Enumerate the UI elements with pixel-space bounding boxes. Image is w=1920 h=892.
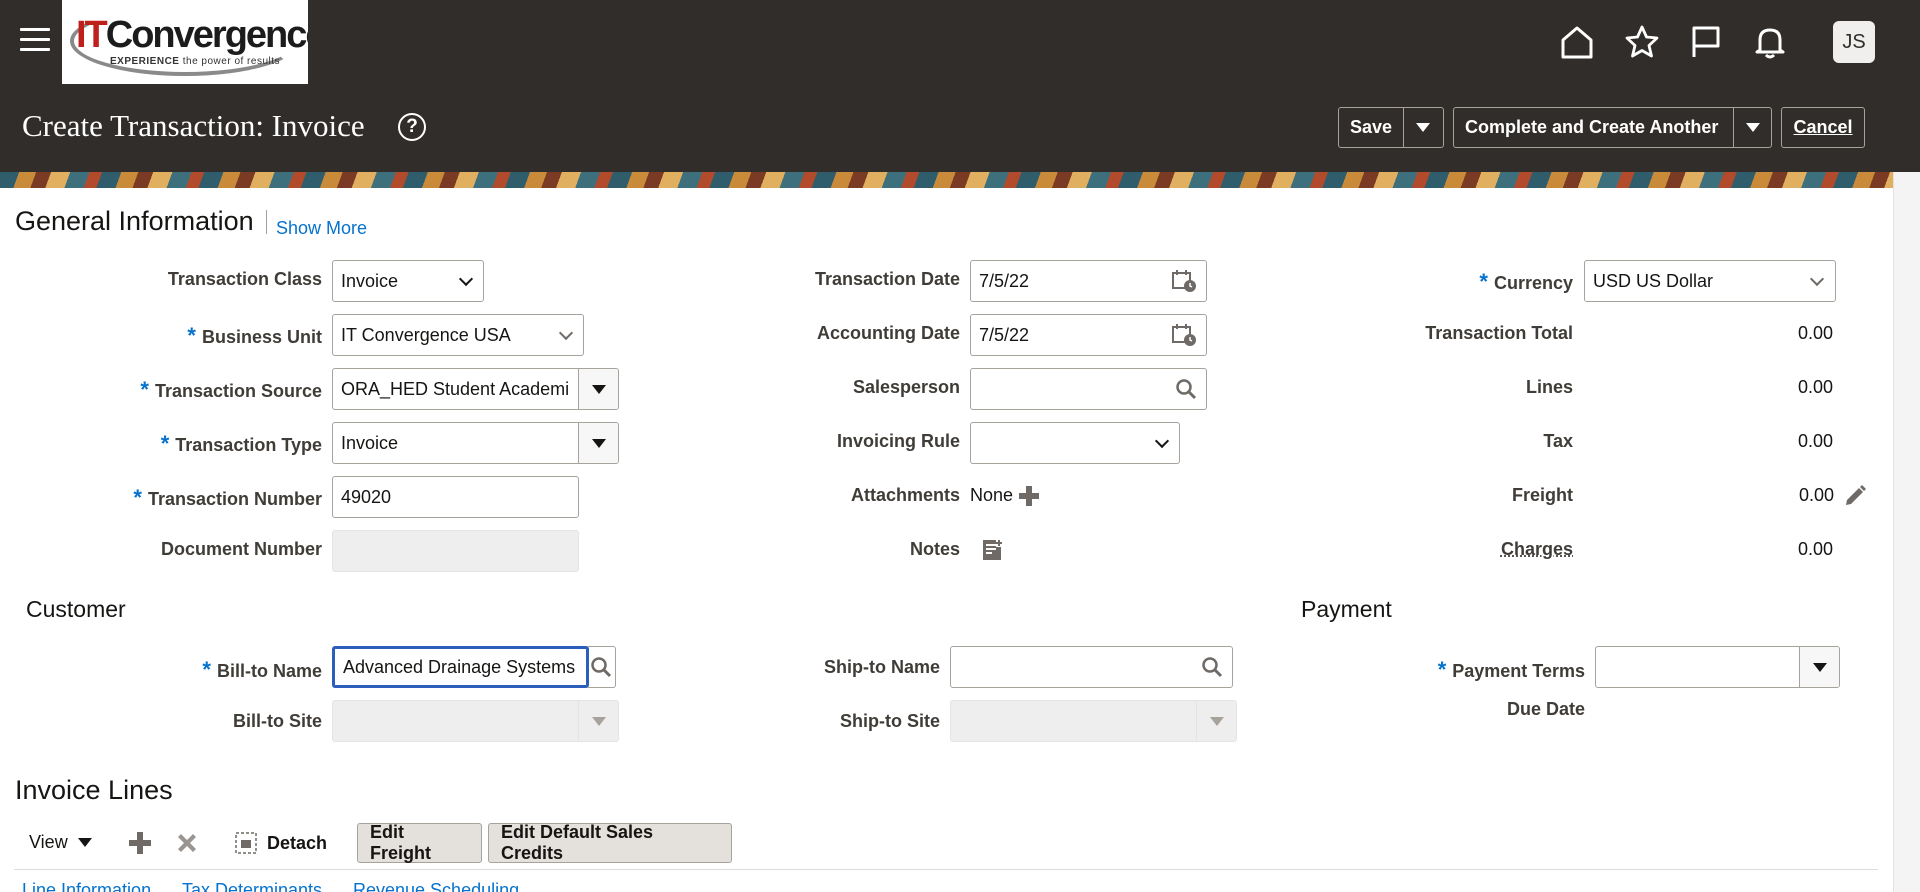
payment-terms-label: * Payment Terms	[1437, 657, 1585, 682]
tax-label: Tax	[1543, 431, 1573, 451]
search-icon[interactable]	[1166, 369, 1206, 409]
company-logo[interactable]: ITConvergence EXPERIENCE the power of re…	[62, 0, 308, 84]
ship-to-site-dropdown-icon	[1196, 701, 1236, 741]
tab-line-information[interactable]: Line Information	[22, 880, 151, 892]
transaction-source-dropdown-icon[interactable]	[578, 369, 618, 409]
charges-link[interactable]: Charges	[1501, 539, 1573, 560]
edit-default-sales-credits-button[interactable]: Edit Default Sales Credits	[488, 822, 732, 863]
attachments-value: None	[970, 485, 1014, 505]
lines-value: 0.00	[1797, 377, 1833, 397]
chevron-down-icon[interactable]	[1799, 261, 1835, 301]
currency-label: * Currency	[1479, 269, 1573, 294]
bill-to-site-label: Bill-to Site	[233, 711, 322, 731]
save-menu-chevron-icon[interactable]	[1403, 108, 1441, 147]
menu-icon[interactable]	[20, 28, 50, 54]
tax-value: 0.00	[1797, 431, 1833, 451]
accounting-date-input[interactable]: 7/5/22	[970, 314, 1207, 356]
salesperson-input[interactable]	[970, 368, 1207, 410]
flag-icon[interactable]	[1684, 20, 1728, 64]
user-avatar[interactable]: JS	[1833, 21, 1875, 63]
invoice-lines-heading: Invoice Lines	[15, 775, 173, 805]
transaction-type-combo[interactable]: Invoice	[332, 422, 619, 464]
lines-label: Lines	[1525, 377, 1573, 397]
transaction-type-label: * Transaction Type	[160, 431, 322, 456]
invoicing-rule-select[interactable]	[970, 422, 1180, 464]
global-header: ITConvergence EXPERIENCE the power of re…	[0, 0, 1920, 172]
home-icon[interactable]	[1555, 20, 1599, 64]
payment-heading: Payment	[1301, 596, 1392, 622]
ship-to-site-combo	[950, 700, 1237, 742]
add-attachment-icon[interactable]	[1018, 485, 1040, 507]
bell-icon[interactable]	[1748, 20, 1792, 64]
due-date-label: Due Date	[1506, 699, 1585, 719]
show-more-link[interactable]: Show More	[276, 218, 367, 239]
complete-menu-chevron-icon[interactable]	[1733, 108, 1771, 147]
attachments-label: Attachments	[850, 485, 960, 505]
bill-to-site-combo	[332, 700, 619, 742]
toolbar-divider	[14, 869, 1878, 870]
calendar-icon[interactable]	[1162, 261, 1206, 301]
search-icon[interactable]	[1192, 647, 1232, 687]
charges-value: 0.00	[1797, 539, 1833, 559]
transaction-total-label: Transaction Total	[1425, 323, 1573, 343]
page-scrollbar[interactable]	[1893, 172, 1920, 892]
cancel-button[interactable]: Cancel	[1781, 107, 1865, 148]
business-unit-label: * Business Unit	[187, 323, 322, 348]
transaction-date-input[interactable]: 7/5/22	[970, 260, 1207, 302]
chevron-down-icon	[77, 838, 92, 847]
bill-to-site-dropdown-icon	[578, 701, 618, 741]
page-title: Create Transaction: Invoice	[22, 108, 365, 143]
payment-terms-dropdown-icon[interactable]	[1799, 647, 1839, 687]
transaction-number-label: * Transaction Number	[133, 485, 322, 510]
payment-terms-combo[interactable]	[1595, 646, 1840, 688]
decorative-banner	[0, 172, 1893, 188]
save-button[interactable]: Save	[1338, 107, 1444, 148]
complete-and-create-another-button[interactable]: Complete and Create Another	[1453, 107, 1772, 148]
document-number-label: Document Number	[160, 539, 322, 559]
document-number-input	[332, 530, 579, 572]
tab-tax-determinants[interactable]: Tax Determinants	[182, 880, 322, 892]
search-icon[interactable]	[587, 646, 616, 688]
detach-button[interactable]: Detach	[235, 832, 327, 854]
ship-to-name-label: Ship-to Name	[823, 657, 940, 677]
add-row-icon[interactable]	[128, 831, 152, 855]
chevron-down-icon[interactable]	[1145, 423, 1179, 463]
edit-freight-button[interactable]: Edit Freight	[357, 822, 482, 863]
ship-to-name-input[interactable]	[950, 646, 1233, 688]
transaction-total-value: 0.00	[1797, 323, 1833, 343]
bill-to-name-label: * Bill-to Name	[202, 657, 322, 682]
delete-row-icon[interactable]	[175, 831, 199, 855]
transaction-type-dropdown-icon[interactable]	[578, 423, 618, 463]
transaction-class-label: Transaction Class	[167, 269, 322, 289]
view-menu[interactable]: View	[29, 832, 92, 853]
help-icon[interactable]: ?	[398, 113, 426, 141]
salesperson-label: Salesperson	[852, 377, 960, 397]
transaction-source-label: * Transaction Source	[140, 377, 322, 402]
star-icon[interactable]	[1620, 20, 1664, 64]
transaction-date-label: Transaction Date	[814, 269, 960, 289]
heading-divider	[266, 210, 267, 234]
customer-heading: Customer	[26, 596, 126, 622]
detach-icon	[235, 832, 257, 854]
currency-select[interactable]: USD US Dollar	[1584, 260, 1836, 302]
notes-label: Notes	[909, 539, 960, 559]
freight-label: Freight	[1512, 485, 1573, 505]
calendar-icon[interactable]	[1162, 315, 1206, 355]
bill-to-name-input[interactable]: Advanced Drainage Systems	[332, 646, 589, 688]
general-information-heading: General Information	[15, 206, 254, 236]
tab-revenue-scheduling[interactable]: Revenue Scheduling	[353, 880, 519, 892]
ship-to-site-label: Ship-to Site	[840, 711, 940, 731]
business-unit-select[interactable]: IT Convergence USA	[332, 314, 584, 356]
transaction-class-select[interactable]: Invoice	[332, 260, 484, 302]
edit-freight-pencil-icon[interactable]	[1843, 484, 1867, 508]
chevron-down-icon[interactable]	[449, 261, 483, 301]
invoicing-rule-label: Invoicing Rule	[836, 431, 960, 451]
freight-value: 0.00	[1798, 485, 1834, 505]
notes-icon[interactable]	[981, 538, 1005, 562]
accounting-date-label: Accounting Date	[816, 323, 960, 343]
transaction-number-input[interactable]: 49020	[332, 476, 579, 518]
transaction-source-combo[interactable]: ORA_HED Student Academi	[332, 368, 619, 410]
chevron-down-icon[interactable]	[549, 315, 583, 355]
